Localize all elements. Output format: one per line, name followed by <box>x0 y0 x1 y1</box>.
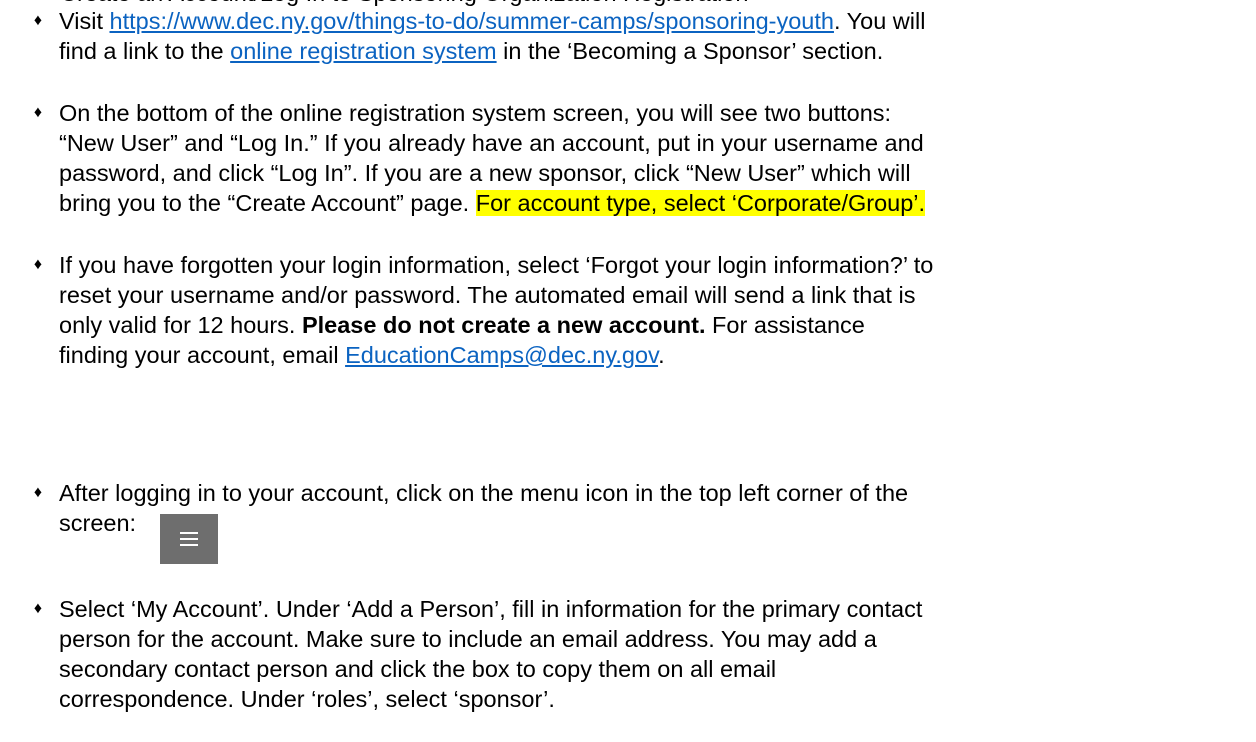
text-span: For assistance <box>705 312 865 338</box>
text-line: reset your username and/or password. The… <box>59 282 916 308</box>
text-line: “New User” and “Log In.” If you already … <box>59 130 924 156</box>
list-item-text: Select ‘My Account’. Under ‘Add a Person… <box>59 594 1254 714</box>
text-line: bring you to the “Create Account” page. … <box>59 188 1254 218</box>
text-line: correspondence. Under ‘roles’, select ‘s… <box>59 686 555 712</box>
list-item-text: Visit https://www.dec.ny.gov/things-to-d… <box>59 6 1254 66</box>
text-line: person for the account. Make sure to inc… <box>59 626 877 652</box>
text-line: finding your account, email EducationCam… <box>59 340 1254 370</box>
list-item-text: If you have forgotten your login informa… <box>59 250 1254 370</box>
diamond-bullet-icon: ♦ <box>33 484 43 501</box>
text-line: find a link to the online registration s… <box>59 36 1254 66</box>
dec-sponsoring-youth-link[interactable]: https://www.dec.ny.gov/things-to-do/summ… <box>110 8 834 34</box>
text-span: . <box>658 342 665 368</box>
list-item-text: After logging in to your account, click … <box>59 478 1254 564</box>
text-line: screen: <box>59 508 1254 564</box>
text-line: only valid for 12 hours. Please do not c… <box>59 310 1254 340</box>
hamburger-menu-icon <box>160 514 219 564</box>
diamond-bullet-icon: ♦ <box>33 12 43 29</box>
text-span: . You will <box>833 8 926 34</box>
diamond-bullet-icon: ♦ <box>33 256 43 273</box>
highlighted-instruction: For account type, select ‘Corporate/Grou… <box>475 190 926 216</box>
text-span: bring you to the “Create Account” page. <box>59 190 476 216</box>
text-line: Select ‘My Account’. Under ‘Add a Person… <box>59 596 923 622</box>
education-camps-email-link[interactable]: EducationCamps@dec.ny.gov <box>345 342 658 368</box>
text-line: On the bottom of the online registration… <box>59 100 892 126</box>
bold-warning: Please do not create a new account. <box>301 312 706 338</box>
text-span: find a link to the <box>59 38 231 64</box>
text-span: screen: <box>59 510 137 536</box>
text-span: in the ‘Becoming a Sponsor’ section. <box>496 38 884 64</box>
text-line: Visit https://www.dec.ny.gov/things-to-d… <box>59 6 1254 36</box>
diamond-bullet-icon: ♦ <box>33 104 43 121</box>
diamond-bullet-icon: ♦ <box>33 600 43 617</box>
text-line: secondary contact person and click the b… <box>59 656 777 682</box>
text-span: Visit <box>59 8 110 34</box>
online-registration-link[interactable]: online registration system <box>230 38 496 64</box>
list-item-text: On the bottom of the online registration… <box>59 98 1254 218</box>
text-span: only valid for 12 hours. <box>59 312 302 338</box>
text-line: If you have forgotten your login informa… <box>59 252 934 278</box>
text-span: finding your account, email <box>59 342 346 368</box>
text-line: After logging in to your account, click … <box>59 480 909 506</box>
text-line: password, and click “Log In”. If you are… <box>59 160 911 186</box>
